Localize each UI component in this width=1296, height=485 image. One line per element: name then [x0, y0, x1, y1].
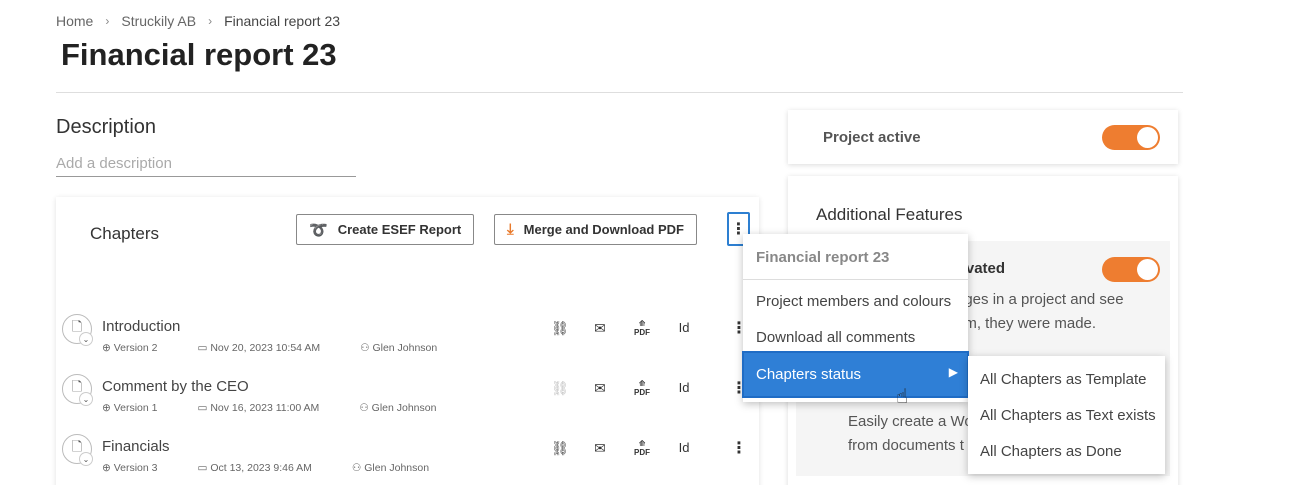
chapter-version: ⊕ Version 2: [102, 342, 158, 354]
submenu-item-template[interactable]: All Chapters as Template: [980, 371, 1146, 388]
breadcrumb-home[interactable]: Home: [56, 13, 93, 29]
submenu-item-done[interactable]: All Chapters as Done: [980, 443, 1122, 460]
dropdown-header: Financial report 23: [756, 249, 890, 266]
create-esef-report-button[interactable]: ➰ Create ESEF Report: [296, 214, 475, 245]
chapter-user: ⚇ Glen Johnson: [359, 402, 437, 414]
pdf-icon[interactable]: ⟰ PDF: [632, 439, 652, 457]
feature-toggle[interactable]: [1102, 257, 1160, 282]
row-more-options-button[interactable]: ⋮: [731, 438, 747, 458]
chapters-panel: Chapters ➰ Create ESEF Report ⤓ Merge an…: [56, 197, 759, 485]
description-input[interactable]: [56, 150, 356, 177]
menu-item-download-comments[interactable]: Download all comments: [756, 329, 915, 346]
chapter-meta: ⊕ Version 3 ▭ Oct 13, 2023 9:46 AM ⚇ Gle…: [102, 462, 469, 474]
chapter-title[interactable]: Introduction: [102, 318, 180, 335]
breadcrumb: Home › Struckily AB › Financial report 2…: [56, 13, 340, 29]
submenu-item-text-exists[interactable]: All Chapters as Text exists: [980, 407, 1156, 424]
chevron-down-icon[interactable]: ⌄: [79, 392, 93, 406]
divider: [56, 92, 1183, 93]
hand-cursor-icon: ☝: [896, 386, 909, 408]
comment-icon[interactable]: ✉: [590, 380, 610, 397]
additional-features-title: Additional Features: [816, 205, 963, 224]
breadcrumb-company[interactable]: Struckily AB: [121, 13, 196, 29]
link-icon[interactable]: ⛓: [550, 320, 570, 337]
comment-icon[interactable]: ✉: [590, 440, 610, 457]
chapter-meta: ⊕ Version 2 ▭ Nov 20, 2023 10:54 AM ⚇ Gl…: [102, 342, 477, 354]
chapter-date: ▭ Oct 13, 2023 9:46 AM: [197, 462, 312, 474]
chapter-row[interactable]: 🗋 ⌄ Introduction ⊕ Version 2 ▭ Nov 20, 2…: [62, 310, 752, 362]
id-icon[interactable]: Id: [674, 380, 694, 395]
merge-download-pdf-button[interactable]: ⤓ Merge and Download PDF: [494, 214, 697, 245]
pdf-icon[interactable]: ⟰ PDF: [632, 379, 652, 397]
esef-icon: ➰: [309, 221, 328, 239]
id-icon[interactable]: Id: [674, 440, 694, 455]
feature2-description: from documents t: [848, 437, 964, 454]
download-icon: ⤓: [507, 221, 514, 238]
chapter-version: ⊕ Version 3: [102, 462, 158, 474]
feature2-description: Easily create a Wo: [848, 413, 973, 430]
chevron-down-icon[interactable]: ⌄: [79, 332, 93, 346]
feature-description: nges in a project and see: [956, 291, 1124, 308]
divider: [743, 279, 968, 280]
chevron-right-icon: ›: [208, 14, 213, 28]
project-active-label: Project active: [823, 129, 921, 146]
feature-description: om, they were made.: [956, 315, 1097, 332]
link-icon[interactable]: ⛓: [550, 380, 570, 397]
chapter-title[interactable]: Comment by the CEO: [102, 378, 249, 395]
chapters-status-submenu: All Chapters as Template All Chapters as…: [968, 356, 1165, 474]
chevron-down-icon[interactable]: ⌄: [79, 452, 93, 466]
chapter-version: ⊕ Version 1: [102, 402, 158, 414]
create-esef-report-label: Create ESEF Report: [337, 222, 462, 237]
description-heading: Description: [56, 116, 157, 138]
chapter-row[interactable]: 🗋 ⌄ Financials ⊕ Version 3 ▭ Oct 13, 202…: [62, 430, 752, 482]
chevron-right-icon: ›: [105, 14, 110, 28]
id-icon[interactable]: Id: [674, 320, 694, 335]
pdf-icon[interactable]: ⟰ PDF: [632, 319, 652, 337]
breadcrumb-current: Financial report 23: [224, 13, 341, 29]
menu-item-project-members[interactable]: Project members and colours: [756, 293, 951, 310]
chapters-title: Chapters: [90, 224, 159, 243]
chapter-date: ▭ Nov 16, 2023 11:00 AM: [197, 402, 320, 414]
chapter-meta: ⊕ Version 1 ▭ Nov 16, 2023 11:00 AM ⚇ Gl…: [102, 402, 476, 414]
chapter-row[interactable]: 🗋 ⌄ Comment by the CEO ⊕ Version 1 ▭ Nov…: [62, 370, 752, 422]
page-title: Financial report 23: [61, 37, 337, 72]
chapter-date: ▭ Nov 20, 2023 10:54 AM: [197, 342, 321, 354]
menu-item-chapters-status[interactable]: Chapters status ▶: [742, 351, 969, 398]
chapter-user: ⚇ Glen Johnson: [351, 462, 430, 474]
project-active-card: Project active: [788, 110, 1178, 164]
project-active-toggle[interactable]: [1102, 125, 1160, 150]
chapter-title[interactable]: Financials: [102, 438, 170, 455]
comment-icon[interactable]: ✉: [590, 320, 610, 337]
link-icon[interactable]: ⛓: [550, 440, 570, 457]
chapter-user: ⚇ Glen Johnson: [360, 342, 438, 354]
menu-item-chapters-status-label: Chapters status: [756, 366, 862, 383]
merge-download-pdf-label: Merge and Download PDF: [523, 222, 684, 237]
triangle-right-icon: ▶: [948, 365, 958, 379]
